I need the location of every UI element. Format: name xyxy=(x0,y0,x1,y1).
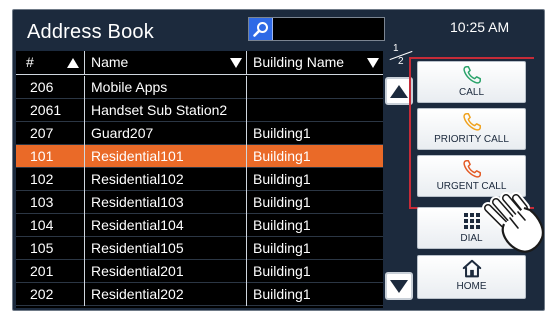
table-header: # Name Building Name xyxy=(16,51,383,75)
row-number: 2061 xyxy=(16,99,85,122)
priority-call-label: PRIORITY CALL xyxy=(434,134,509,145)
row-building xyxy=(247,99,383,122)
search-icon xyxy=(252,22,268,37)
row-name: Residential103 xyxy=(85,191,247,214)
row-number: 101 xyxy=(16,145,85,168)
search-input[interactable] xyxy=(248,17,385,41)
total-pages: 2 xyxy=(398,56,404,67)
row-name: Residential202 xyxy=(85,283,247,306)
row-building xyxy=(247,76,383,99)
phone-icon xyxy=(461,63,483,87)
table-row[interactable]: 201 Residential201 Building1 xyxy=(16,260,383,283)
row-number: 105 xyxy=(16,237,85,260)
table-row[interactable]: 102 Residential102 Building1 xyxy=(16,168,383,191)
row-name: Residential102 xyxy=(85,168,247,191)
table-row[interactable]: 2061 Handset Sub Station2 xyxy=(16,99,383,122)
priority-call-button[interactable]: PRIORITY CALL xyxy=(417,108,526,150)
row-number: 102 xyxy=(16,168,85,191)
row-name: Residential104 xyxy=(85,214,247,237)
sort-descending-icon xyxy=(230,58,242,68)
table-body: 206 Mobile Apps 2061 Handset Sub Station… xyxy=(16,76,383,306)
row-number: 206 xyxy=(16,76,85,99)
sort-descending-icon xyxy=(367,58,379,68)
table-row[interactable]: 206 Mobile Apps xyxy=(16,76,383,99)
home-label: HOME xyxy=(456,281,487,292)
keypad-icon xyxy=(462,209,482,233)
column-header-building[interactable]: Building Name xyxy=(247,51,383,74)
row-building: Building1 xyxy=(253,240,311,256)
phone-icon xyxy=(461,110,483,134)
hand-pointer-icon xyxy=(482,192,544,253)
table-row-selected[interactable]: 101 Residential101 Building1 xyxy=(16,145,383,168)
phone-icon xyxy=(461,157,483,181)
row-building: Building1 xyxy=(253,171,311,187)
sort-ascending-icon xyxy=(67,58,79,68)
scroll-down-button[interactable] xyxy=(385,272,413,300)
row-name: Residential201 xyxy=(85,260,247,283)
current-page: 1 xyxy=(393,43,399,54)
column-header-name[interactable]: Name xyxy=(85,51,247,74)
row-number: 207 xyxy=(16,122,85,145)
row-name: Residential101 xyxy=(85,145,247,168)
row-building: Building1 xyxy=(253,263,311,279)
row-name: Residential105 xyxy=(85,237,247,260)
scroll-down-icon xyxy=(390,279,408,293)
row-name: Handset Sub Station2 xyxy=(85,99,247,122)
row-building: Building1 xyxy=(253,125,311,141)
table-row[interactable]: 104 Residential104 Building1 xyxy=(16,214,383,237)
home-button[interactable]: HOME xyxy=(417,255,526,299)
table-row[interactable]: 202 Residential202 Building1 xyxy=(16,283,383,306)
scroll-up-icon xyxy=(390,84,408,98)
row-name: Guard207 xyxy=(85,122,247,145)
row-building: Building1 xyxy=(253,148,311,164)
row-building: Building1 xyxy=(253,194,311,210)
table-row[interactable]: 103 Residential103 Building1 xyxy=(16,191,383,214)
row-building: Building1 xyxy=(253,217,311,233)
row-number: 201 xyxy=(16,260,85,283)
column-header-number[interactable]: # xyxy=(16,51,85,74)
clock: 10:25 AM xyxy=(450,19,510,35)
row-building: Building1 xyxy=(253,286,311,302)
call-label: CALL xyxy=(458,87,484,98)
row-number: 202 xyxy=(16,283,85,306)
search-button[interactable] xyxy=(249,18,273,40)
page-title: Address Book xyxy=(27,21,154,43)
address-table: # Name Building Name 206 Mobile Apps 206… xyxy=(16,51,383,308)
row-name: Mobile Apps xyxy=(85,76,247,99)
row-number: 103 xyxy=(16,191,85,214)
home-icon xyxy=(461,257,483,281)
table-row[interactable]: 105 Residential105 Building1 xyxy=(16,237,383,260)
table-row[interactable]: 207 Guard207 Building1 xyxy=(16,122,383,145)
call-button[interactable]: CALL xyxy=(417,61,526,103)
row-number: 104 xyxy=(16,214,85,237)
